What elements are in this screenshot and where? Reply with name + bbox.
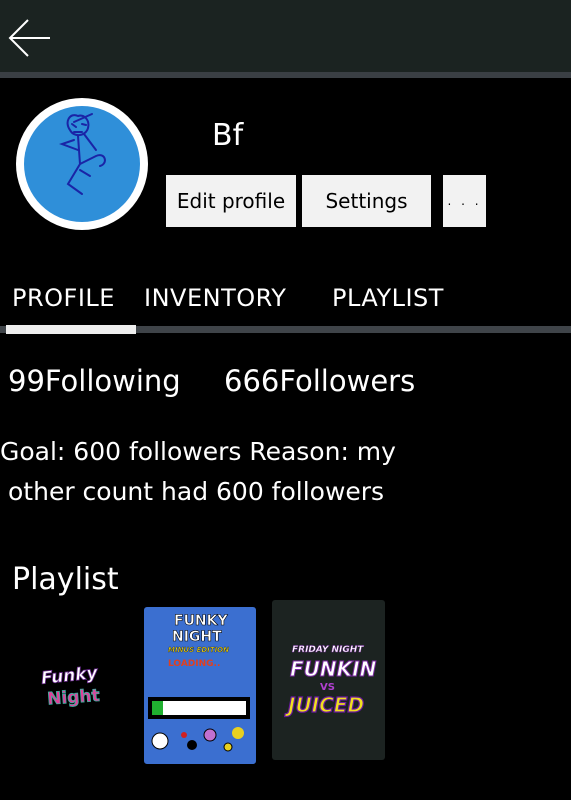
cover-text: FUNKIN [290,657,377,681]
cover-text: JUICED [284,693,364,717]
cover-text: LOADING.. [168,659,220,669]
cover-text: VS [320,682,335,693]
more-options-button[interactable]: . . . [443,175,486,227]
cover-text: Funky [40,663,99,689]
character-icon [151,732,169,750]
funky-night-cover: FUNKY NIGHT MINUS EDITION LOADING.. [148,613,250,752]
back-arrow-icon[interactable] [6,18,54,58]
loading-bar-fill [152,701,163,715]
top-bar-divider [0,72,571,78]
username: Bf [212,118,244,153]
cover-text: NIGHT [172,629,222,645]
character-icon [203,728,217,742]
tab-playlist[interactable]: PLAYLIST [332,284,444,312]
loading-bar-inner [152,701,246,715]
following-count[interactable]: 99Following [8,364,181,398]
playlist-item[interactable]: Funky Night [33,655,105,717]
cover-text: FUNKY [174,613,228,629]
cover-text: FRIDAY NIGHT [292,645,364,655]
cover-text: Night [47,686,101,710]
bio-line: other count had 600 followers [8,477,385,506]
tab-inventory[interactable]: INVENTORY [144,284,286,312]
avatar[interactable] [12,94,152,234]
playlist-heading: Playlist [12,562,119,597]
tab-profile[interactable]: PROFILE [12,284,115,312]
vs-juiced-cover: FRIDAY NIGHT FUNKIN VS JUICED [283,645,377,718]
character-icon [187,740,197,750]
funky-night-logo: Funky Night [40,663,101,710]
followers-count[interactable]: 666Followers [224,364,415,398]
character-icon [232,727,244,739]
playlist-item[interactable]: FUNKY NIGHT MINUS EDITION LOADING.. [144,607,256,764]
edit-profile-button[interactable]: Edit profile [166,175,296,227]
playlist-item[interactable]: FRIDAY NIGHT FUNKIN VS JUICED [272,600,385,760]
bio-line: Goal: 600 followers Reason: my [0,437,396,466]
active-tab-indicator [6,325,136,334]
character-icon [181,732,187,738]
cover-text: MINUS EDITION [168,646,229,654]
character-icon [223,742,233,752]
bio: Goal: 600 followers Reason: my other cou… [0,432,571,512]
top-bar [0,0,571,72]
settings-button[interactable]: Settings [302,175,431,227]
